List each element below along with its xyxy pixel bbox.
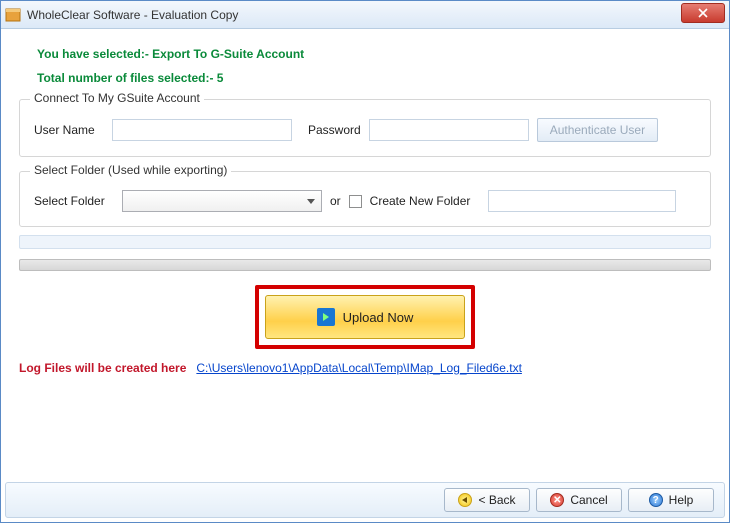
log-label: Log Files will be created here (19, 361, 186, 375)
close-icon (698, 8, 708, 18)
gsuite-fieldset: Connect To My GSuite Account User Name P… (19, 99, 711, 157)
folder-fieldset: Select Folder (Used while exporting) Sel… (19, 171, 711, 227)
selected-export-text: You have selected:- Export To G-Suite Ac… (37, 47, 711, 61)
content-area: You have selected:- Export To G-Suite Ac… (1, 29, 729, 375)
create-folder-checkbox[interactable] (349, 195, 362, 208)
log-row: Log Files will be created here C:\Users\… (19, 361, 711, 375)
titlebar: WholeClear Software - Evaluation Copy (1, 1, 729, 29)
progress-bar-top (19, 235, 711, 249)
file-count-text: Total number of files selected:- 5 (37, 71, 711, 85)
folder-legend: Select Folder (Used while exporting) (30, 163, 231, 177)
new-folder-input[interactable] (488, 190, 676, 212)
window-title: WholeClear Software - Evaluation Copy (27, 8, 681, 22)
app-window: WholeClear Software - Evaluation Copy Yo… (0, 0, 730, 523)
or-label: or (330, 194, 341, 208)
cancel-icon: ✕ (550, 493, 564, 507)
select-folder-label: Select Folder (34, 194, 114, 208)
help-button[interactable]: ? Help (628, 488, 714, 512)
username-input[interactable] (112, 119, 292, 141)
upload-highlight-frame: Upload Now (255, 285, 475, 349)
help-label: Help (669, 493, 694, 507)
password-label: Password (308, 123, 361, 137)
folder-select[interactable] (122, 190, 322, 212)
log-path-link[interactable]: C:\Users\lenovo1\AppData\Local\Temp\IMap… (196, 361, 522, 375)
close-button[interactable] (681, 3, 725, 23)
create-folder-label: Create New Folder (370, 194, 471, 208)
footer-bar: < Back ✕ Cancel ? Help (5, 482, 725, 518)
help-icon: ? (649, 493, 663, 507)
upload-icon (317, 308, 335, 326)
cancel-label: Cancel (570, 493, 607, 507)
upload-area: Upload Now (19, 285, 711, 349)
back-label: < Back (478, 493, 515, 507)
back-button[interactable]: < Back (444, 488, 530, 512)
gsuite-legend: Connect To My GSuite Account (30, 91, 204, 105)
upload-label: Upload Now (343, 310, 414, 325)
back-arrow-icon (458, 493, 472, 507)
upload-now-button[interactable]: Upload Now (265, 295, 465, 339)
app-icon (5, 7, 21, 23)
username-label: User Name (34, 123, 104, 137)
authenticate-button[interactable]: Authenticate User (537, 118, 658, 142)
progress-bar-bottom (19, 259, 711, 271)
password-input[interactable] (369, 119, 529, 141)
cancel-button[interactable]: ✕ Cancel (536, 488, 622, 512)
